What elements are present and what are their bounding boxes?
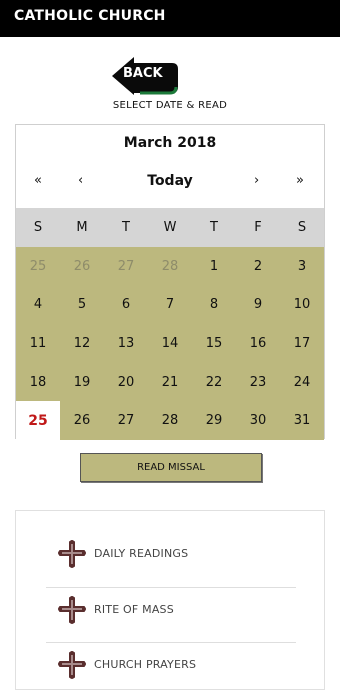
calendar-day-selected[interactable]: 25 — [16, 401, 60, 440]
calendar-day[interactable]: 29 — [192, 401, 236, 440]
weekday-label: T — [122, 220, 130, 235]
weekday-label: S — [33, 220, 43, 235]
prev-month-button[interactable]: ‹ — [78, 173, 83, 188]
menu-item-label: RITE OF MASS — [94, 603, 174, 616]
calendar-day[interactable]: 27 — [104, 247, 148, 286]
cross-icon — [58, 540, 86, 568]
weekday-label: T — [210, 220, 218, 235]
top-app-bar: CATHOLIC CHURCH — [0, 0, 340, 37]
calendar-day[interactable]: 13 — [104, 324, 148, 363]
calendar-day[interactable]: 23 — [236, 363, 280, 402]
calendar-day[interactable]: 28 — [148, 401, 192, 440]
calendar-day[interactable]: 2 — [236, 247, 280, 286]
calendar-day[interactable]: 26 — [60, 247, 104, 286]
calendar-day[interactable]: 19 — [60, 363, 104, 402]
weekday-label: W — [163, 220, 177, 235]
menu-item-label: CHURCH PRAYERS — [94, 658, 197, 671]
read-missal-button[interactable]: READ MISSAL — [80, 453, 262, 482]
calendar-day[interactable]: 5 — [60, 286, 104, 325]
weekday-header: S M T W T F S — [16, 208, 324, 247]
calendar-month-label: March 2018 — [123, 135, 217, 151]
calendar-day[interactable]: 16 — [236, 324, 280, 363]
calendar-day[interactable]: 14 — [148, 324, 192, 363]
menu-item-rite-of-mass[interactable]: RITE OF MASS — [46, 585, 296, 633]
calendar-day[interactable]: 15 — [192, 324, 236, 363]
calendar-day[interactable]: 17 — [280, 324, 324, 363]
calendar-day[interactable]: 30 — [236, 401, 280, 440]
calendar-day[interactable]: 11 — [16, 324, 60, 363]
calendar-day[interactable]: 10 — [280, 286, 324, 325]
calendar-day[interactable]: 21 — [148, 363, 192, 402]
calendar-day[interactable]: 18 — [16, 363, 60, 402]
calendar: March 2018 Today « ‹ › » S M T W T F S 2… — [15, 124, 325, 440]
today-button[interactable]: Today — [16, 173, 324, 189]
calendar-day[interactable]: 7 — [148, 286, 192, 325]
calendar-day[interactable]: 28 — [148, 247, 192, 286]
menu-item-daily-readings[interactable]: DAILY READINGS — [46, 529, 296, 577]
app-title: CATHOLIC CHURCH — [14, 8, 166, 24]
menu-item-label: DAILY READINGS — [94, 547, 189, 560]
weekday-label: F — [254, 220, 262, 235]
menu-item-church-prayers[interactable]: CHURCH PRAYERS — [46, 640, 296, 688]
calendar-day[interactable]: 6 — [104, 286, 148, 325]
calendar-day[interactable]: 20 — [104, 363, 148, 402]
calendar-day[interactable]: 3 — [280, 247, 324, 286]
weekday-label: S — [297, 220, 307, 235]
first-month-button[interactable]: « — [34, 173, 42, 188]
calendar-day[interactable]: 24 — [280, 363, 324, 402]
calendar-nav: Today « ‹ › » — [16, 173, 324, 195]
back-button[interactable]: BACK — [110, 55, 180, 97]
menu-card: DAILY READINGS RITE OF MASS CHURCH PRAYE… — [15, 510, 325, 690]
calendar-day[interactable]: 31 — [280, 401, 324, 440]
calendar-day[interactable]: 26 — [60, 401, 104, 440]
calendar-day[interactable]: 27 — [104, 401, 148, 440]
weekday-label: M — [76, 220, 88, 235]
calendar-day[interactable]: 12 — [60, 324, 104, 363]
last-month-button[interactable]: » — [296, 173, 304, 188]
calendar-day[interactable]: 22 — [192, 363, 236, 402]
calendar-day[interactable]: 4 — [16, 286, 60, 325]
calendar-day[interactable]: 9 — [236, 286, 280, 325]
cross-icon — [58, 651, 86, 679]
calendar-day[interactable]: 25 — [16, 247, 60, 286]
back-button-label: BACK — [123, 66, 163, 81]
instruction-text: SELECT DATE & READ — [112, 100, 228, 111]
calendar-day[interactable]: 8 — [192, 286, 236, 325]
cross-icon — [58, 596, 86, 624]
calendar-day-grid: 25 26 27 28 1 2 3 4 5 6 7 8 9 10 11 12 13 14 15 16 17 18 19 20 2… — [16, 247, 324, 440]
next-month-button[interactable]: › — [254, 173, 259, 188]
calendar-day[interactable]: 1 — [192, 247, 236, 286]
